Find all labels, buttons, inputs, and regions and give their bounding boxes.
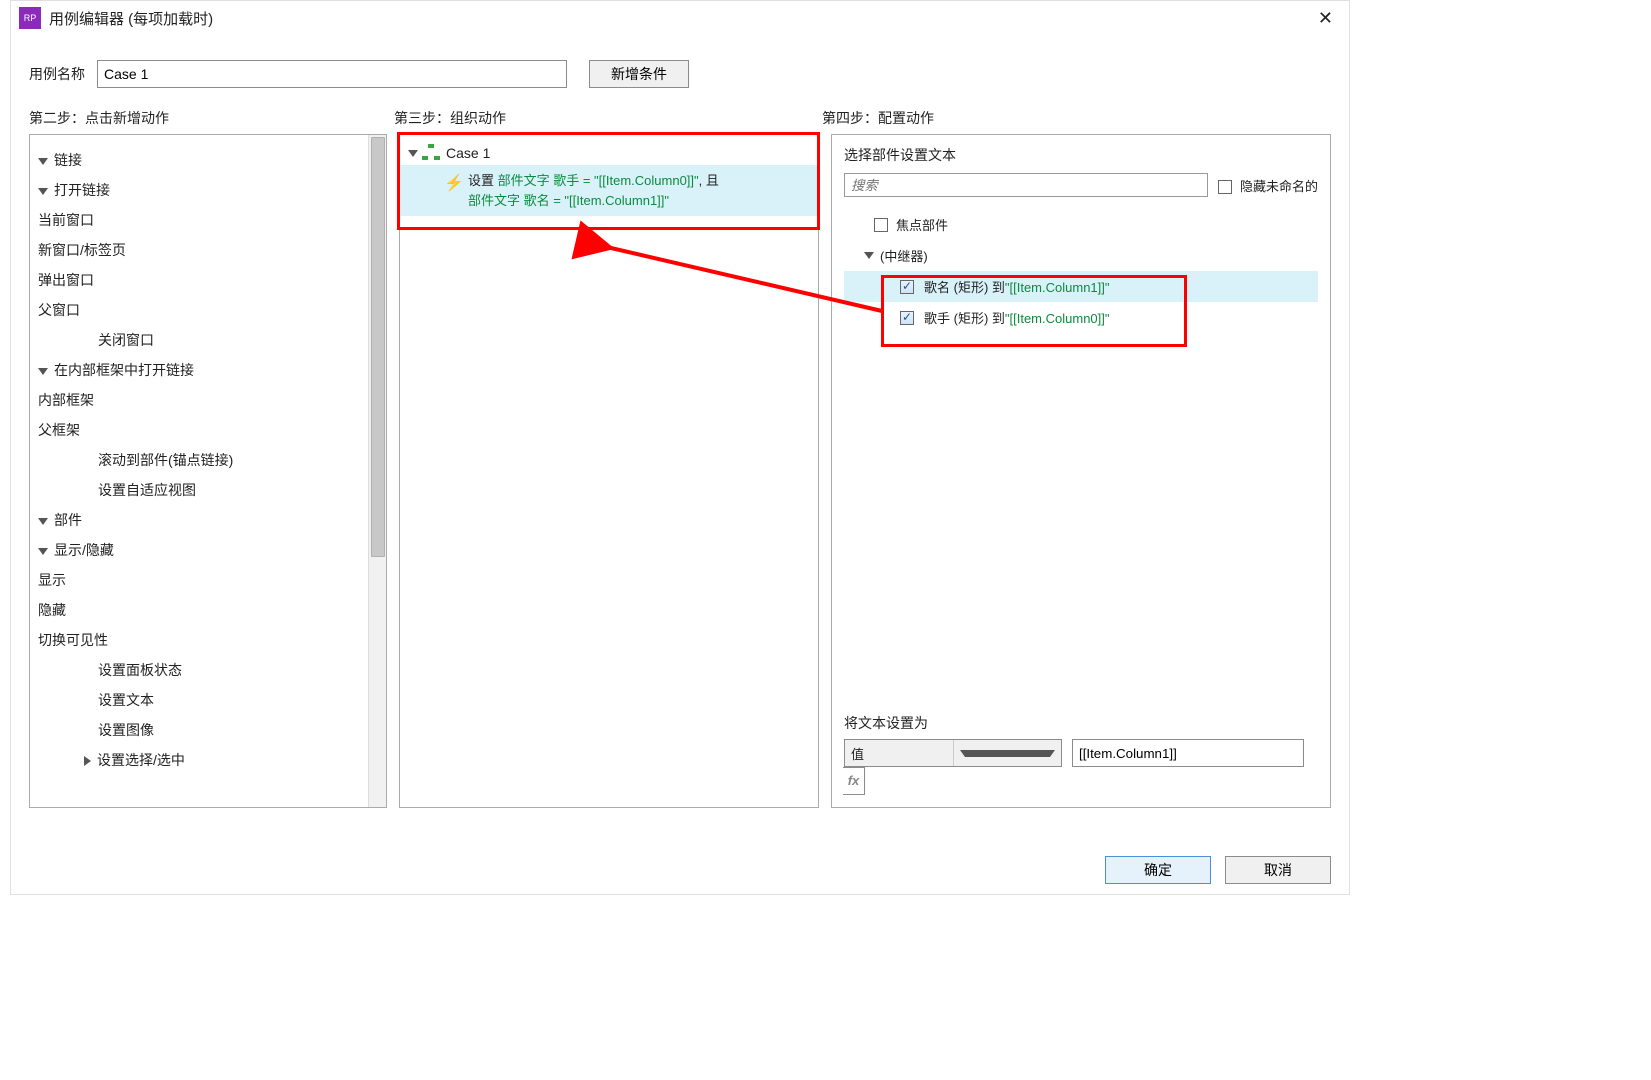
chevron-down-icon: [38, 518, 48, 525]
step4-header: 第四步：配置动作: [822, 108, 1331, 128]
app-icon: RP: [19, 7, 41, 29]
tree-set-panel-state[interactable]: 设置面板状态: [38, 655, 368, 685]
case-name-input[interactable]: [97, 60, 567, 88]
chevron-down-icon: [38, 188, 48, 195]
hide-unnamed-label: 隐藏未命名的: [1240, 179, 1318, 194]
actions-tree-panel: 链接 打开链接 当前窗口 新窗口/标签页 弹出窗口 父窗口 关闭窗口 在内部框架…: [29, 134, 387, 808]
widget-focus[interactable]: 焦点部件: [844, 209, 1318, 240]
checkbox-checked-icon[interactable]: [900, 280, 914, 294]
chevron-down-icon: [38, 368, 48, 375]
tree-new-window[interactable]: 新窗口/标签页: [38, 235, 368, 265]
chevron-right-icon: [84, 756, 91, 766]
tree-open-in-frame[interactable]: 在内部框架中打开链接: [38, 355, 368, 385]
checkbox-icon[interactable]: [1218, 180, 1232, 194]
tree-set-image[interactable]: 设置图像: [38, 715, 368, 745]
action-row[interactable]: ⚡ 设置 部件文字 歌手 = "[[Item.Column0]]", 且 部件文…: [400, 165, 818, 216]
set-text-to-label: 将文本设置为: [844, 713, 1318, 733]
case-name-label: 用例名称: [29, 64, 85, 84]
tree-inner-frame[interactable]: 内部框架: [38, 385, 368, 415]
widget-songname[interactable]: 歌名 (矩形) 到"[[Item.Column1]]": [844, 271, 1318, 302]
chevron-down-icon: [864, 252, 874, 259]
case-editor-dialog: RP 用例编辑器 (每项加载时) ✕ 用例名称 新增条件 第二步：点击新增动作 …: [10, 0, 1350, 895]
chevron-down-icon: [38, 548, 48, 555]
tree-current-window[interactable]: 当前窗口: [38, 205, 368, 235]
hide-unnamed-row[interactable]: 隐藏未命名的: [1218, 176, 1318, 195]
dialog-footer: 确定 取消: [1105, 856, 1331, 884]
organize-actions-panel: Case 1 ⚡ 设置 部件文字 歌手 = "[[Item.Column0]]"…: [399, 134, 819, 808]
dialog-title: 用例编辑器 (每项加载时): [49, 8, 213, 29]
add-condition-button[interactable]: 新增条件: [589, 60, 689, 88]
tree-parent-frame[interactable]: 父框架: [38, 415, 368, 445]
scrollbar-vertical[interactable]: [368, 135, 386, 807]
widget-repeater[interactable]: (中继器): [844, 240, 1318, 271]
close-icon[interactable]: ✕: [1310, 4, 1341, 33]
chevron-down-icon: [408, 150, 418, 157]
value-type-select[interactable]: 值: [844, 739, 1062, 767]
case-label: Case 1: [446, 145, 490, 161]
tree-set-text[interactable]: 设置文本: [38, 685, 368, 715]
scroll-thumb[interactable]: [371, 137, 385, 557]
tree-show[interactable]: 显示: [38, 565, 368, 595]
ok-button[interactable]: 确定: [1105, 856, 1211, 884]
step3-header: 第三步：组织动作: [394, 108, 822, 128]
cancel-button[interactable]: 取消: [1225, 856, 1331, 884]
tree-close-window[interactable]: 关闭窗口: [38, 325, 368, 355]
tree-links[interactable]: 链接: [38, 145, 368, 175]
bolt-icon: ⚡: [444, 172, 464, 196]
value-input[interactable]: [1072, 739, 1304, 767]
flow-icon: [422, 146, 440, 160]
step-headers: 第二步：点击新增动作 第三步：组织动作 第四步：配置动作: [11, 103, 1349, 134]
tree-toggle-vis[interactable]: 切换可见性: [38, 625, 368, 655]
titlebar: RP 用例编辑器 (每项加载时) ✕: [11, 1, 1349, 35]
tree-open-link[interactable]: 打开链接: [38, 175, 368, 205]
widget-singer[interactable]: 歌手 (矩形) 到"[[Item.Column0]]": [844, 302, 1318, 333]
widget-tree: 焦点部件 (中继器) 歌名 (矩形) 到"[[Item.Column1]]" 歌…: [832, 205, 1330, 705]
checkbox-icon[interactable]: [874, 218, 888, 232]
fx-button[interactable]: fx: [843, 767, 865, 795]
tree-show-hide[interactable]: 显示/隐藏: [38, 535, 368, 565]
case-name-row: 用例名称 新增条件: [11, 35, 1349, 103]
tree-hide[interactable]: 隐藏: [38, 595, 368, 625]
actions-tree: 链接 打开链接 当前窗口 新窗口/标签页 弹出窗口 父窗口 关闭窗口 在内部框架…: [30, 135, 368, 807]
configure-heading: 选择部件设置文本: [844, 145, 1318, 165]
configure-action-panel: 选择部件设置文本 隐藏未命名的 焦点部件 (中继器): [831, 134, 1331, 808]
tree-set-adaptive[interactable]: 设置自适应视图: [38, 475, 368, 505]
tree-set-selected[interactable]: 设置选择/选中: [38, 745, 368, 775]
tree-scroll-widget[interactable]: 滚动到部件(锚点链接): [38, 445, 368, 475]
chevron-down-icon: [38, 158, 48, 165]
tree-widgets[interactable]: 部件: [38, 505, 368, 535]
case-node[interactable]: Case 1: [400, 135, 818, 165]
checkbox-checked-icon[interactable]: [900, 311, 914, 325]
tree-parent-window[interactable]: 父窗口: [38, 295, 368, 325]
tree-popup-window[interactable]: 弹出窗口: [38, 265, 368, 295]
step2-header: 第二步：点击新增动作: [29, 108, 394, 128]
search-input[interactable]: [844, 173, 1208, 197]
chevron-down-icon: [953, 740, 1062, 766]
